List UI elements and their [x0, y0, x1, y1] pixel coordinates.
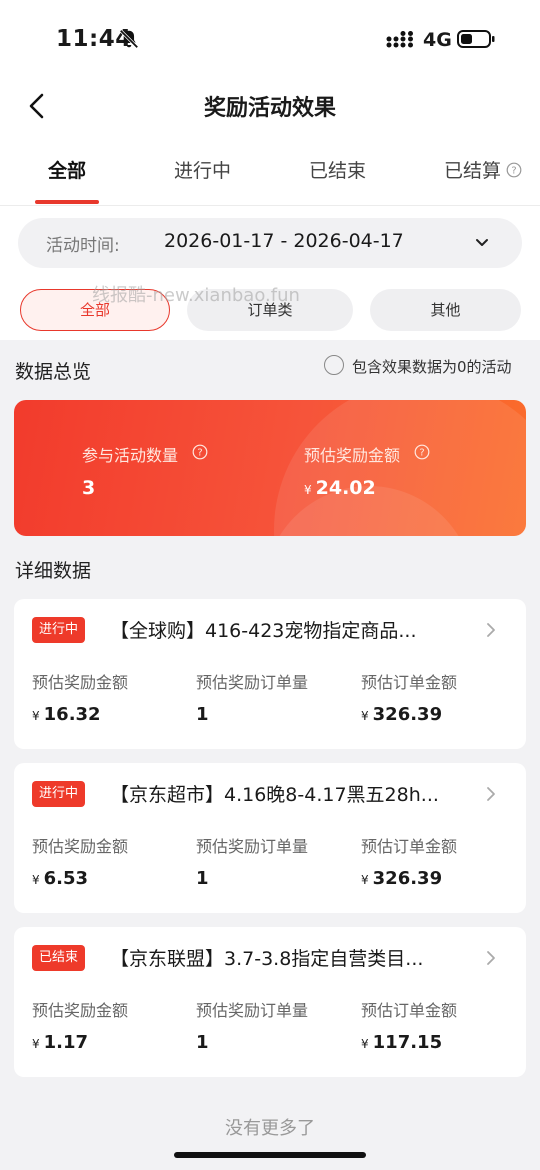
filter-area: 活动时间: 2026-01-17 - 2026-04-17 全部 订单类 其他 … [0, 206, 540, 340]
bell-muted-icon [119, 29, 139, 49]
include-zero-label[interactable]: 包含效果数据为0的活动 [352, 356, 512, 377]
currency-symbol: ¥ [304, 483, 312, 497]
no-more-text: 没有更多了 [225, 1118, 315, 1139]
metric-value-orders: 1 [196, 704, 209, 725]
metric-label-orders: 预估奖励订单量 [196, 1001, 309, 1020]
metric-value-reward: ¥1.17 [32, 1032, 88, 1053]
tab-in-progress[interactable]: 进行中 [174, 156, 231, 183]
chip-order-type[interactable]: 订单类 [187, 289, 353, 331]
svg-text:?: ? [419, 448, 424, 459]
reward-amount-value: ¥24.02 [304, 477, 376, 499]
status-badge: 进行中 [32, 781, 86, 807]
date-range-value: 2026-01-17 - 2026-04-17 [164, 230, 404, 252]
battery-icon [457, 30, 495, 48]
currency-symbol: ¥ [32, 709, 40, 723]
date-range-label: 活动时间: [46, 236, 120, 256]
reward-number: 1.17 [43, 1032, 89, 1053]
metric-label-reward: 预估奖励金额 [32, 1001, 129, 1020]
reward-number: 16.32 [43, 704, 101, 725]
order-amount-number: 326.39 [372, 704, 443, 725]
metric-label-order-amount: 预估订单金额 [361, 837, 458, 856]
chevron-right-icon [487, 623, 495, 637]
chevron-down-icon [476, 239, 488, 246]
activity-count-label: 参与活动数量 [82, 446, 179, 465]
tab-all[interactable]: 全部 [48, 156, 86, 183]
metric-label-reward: 预估奖励金额 [32, 837, 129, 856]
currency-symbol: ¥ [361, 709, 369, 723]
metric-label-order-amount: 预估订单金额 [361, 673, 458, 692]
include-zero-checkbox-icon[interactable] [324, 355, 344, 375]
signal-icon [386, 31, 413, 48]
reward-amount-label: 预估奖励金额 [304, 446, 401, 465]
activity-card[interactable]: 进行中 【全球购】416-423宠物指定商品... 预估奖励金额 预估奖励订单量… [14, 599, 526, 749]
activity-card[interactable]: 已结束 【京东联盟】3.7-3.8指定自营类目... 预估奖励金额 预估奖励订单… [14, 927, 526, 1077]
metric-value-order-amount: ¥117.15 [361, 1032, 442, 1053]
activity-title: 【京东联盟】3.7-3.8指定自营类目... [110, 948, 424, 970]
status-bar: 11:44 4G [0, 0, 540, 80]
metric-label-order-amount: 预估订单金额 [361, 1001, 458, 1020]
overview-title: 数据总览 [15, 361, 92, 383]
nav-bar: 奖励活动效果 [0, 80, 540, 140]
activity-card[interactable]: 进行中 【京东超市】4.16晚8-4.17黑五28h... 预估奖励金额 预估奖… [14, 763, 526, 913]
currency-symbol: ¥ [361, 873, 369, 887]
help-icon[interactable]: ? [506, 162, 522, 178]
svg-text:?: ? [511, 166, 516, 177]
metric-value-order-amount: ¥326.39 [361, 868, 442, 889]
svg-text:?: ? [197, 448, 202, 459]
metric-label-orders: 预估奖励订单量 [196, 837, 309, 856]
activity-count-value: 3 [82, 477, 96, 499]
order-amount-number: 117.15 [372, 1032, 443, 1053]
metric-value-orders: 1 [196, 1032, 209, 1053]
reward-amount-number: 24.02 [315, 477, 376, 499]
details-title: 详细数据 [15, 560, 92, 582]
page-title: 奖励活动效果 [203, 96, 336, 121]
help-icon[interactable]: ? [414, 444, 430, 460]
metric-label-reward: 预估奖励金额 [32, 673, 129, 692]
currency-symbol: ¥ [361, 1037, 369, 1051]
network-type: 4G [423, 29, 452, 51]
chip-all[interactable]: 全部 [20, 289, 170, 331]
currency-symbol: ¥ [32, 873, 40, 887]
metric-value-reward: ¥6.53 [32, 868, 88, 889]
active-tab-indicator [35, 200, 99, 204]
date-range-selector[interactable]: 活动时间: 2026-01-17 - 2026-04-17 [18, 218, 522, 268]
metric-label-orders: 预估奖励订单量 [196, 673, 309, 692]
activity-title: 【京东超市】4.16晚8-4.17黑五28h... [110, 784, 439, 806]
order-amount-number: 326.39 [372, 868, 443, 889]
chip-other[interactable]: 其他 [370, 289, 521, 331]
chevron-right-icon [487, 787, 495, 801]
summary-card: 参与活动数量 ? 3 预估奖励金额 ? ¥24.02 [14, 400, 526, 536]
reward-number: 6.53 [43, 868, 89, 889]
metric-value-order-amount: ¥326.39 [361, 704, 442, 725]
metric-value-orders: 1 [196, 868, 209, 889]
currency-symbol: ¥ [32, 1037, 40, 1051]
activity-title: 【全球购】416-423宠物指定商品... [110, 620, 417, 642]
home-indicator[interactable] [174, 1152, 366, 1158]
tab-ended[interactable]: 已结束 [309, 156, 366, 183]
help-icon[interactable]: ? [192, 444, 208, 460]
metric-value-reward: ¥16.32 [32, 704, 101, 725]
status-badge: 进行中 [32, 617, 86, 643]
status-badge: 已结束 [32, 945, 86, 971]
chevron-right-icon [487, 951, 495, 965]
tab-settled[interactable]: 已结算 [444, 156, 501, 183]
status-tabs: 全部 进行中 已结束 已结算 ? [0, 140, 540, 206]
